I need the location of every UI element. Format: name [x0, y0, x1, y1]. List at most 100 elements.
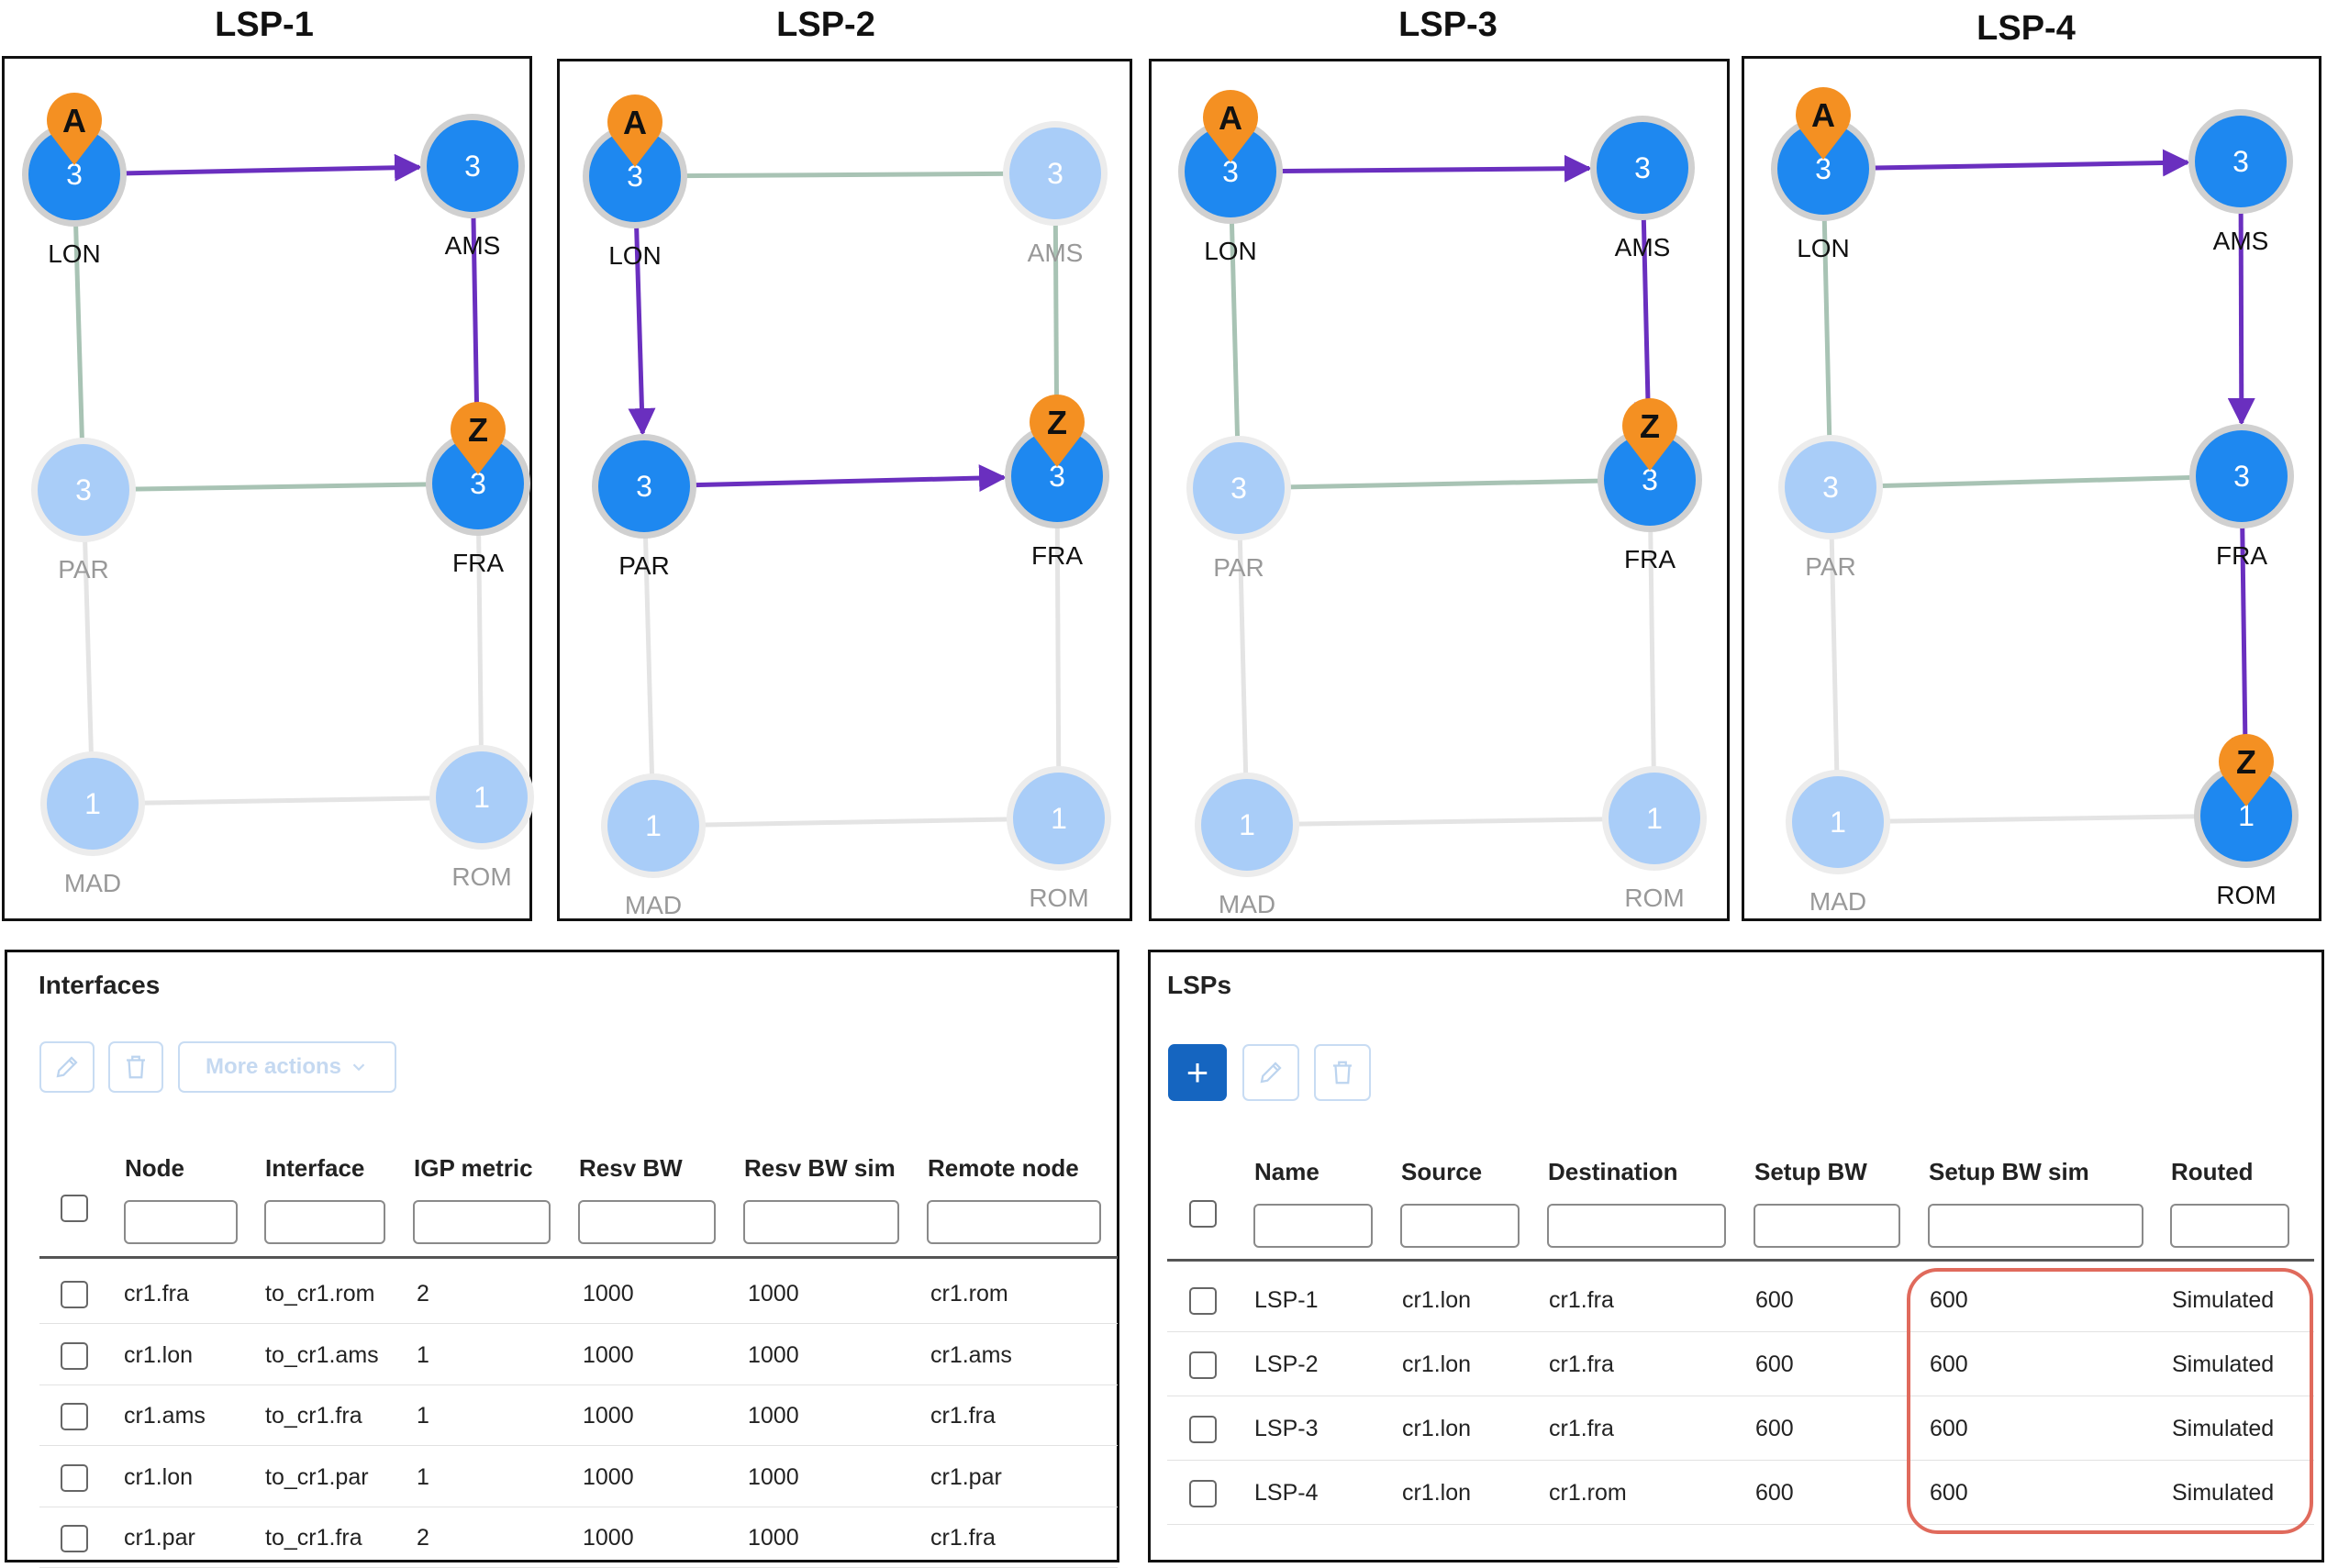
row-divider — [39, 1445, 1118, 1446]
col-head-routed[interactable]: Routed — [2171, 1158, 2254, 1186]
col-head-resv-bw-sim[interactable]: Resv BW sim — [744, 1154, 896, 1183]
filter-name-input[interactable] — [1253, 1204, 1373, 1248]
filter-destination-input[interactable] — [1547, 1204, 1726, 1248]
node-rom[interactable]: 1 ROM — [1007, 766, 1111, 912]
node-value: 3 — [2232, 145, 2249, 178]
trash-icon — [1333, 1061, 1352, 1084]
row-checkbox[interactable] — [61, 1525, 88, 1552]
col-head-destination[interactable]: Destination — [1548, 1158, 1678, 1186]
table-cell: to_cr1.par — [265, 1463, 369, 1490]
node-par[interactable]: 3 PAR — [1778, 435, 1883, 581]
node-label: ROM — [2216, 881, 2276, 909]
node-par[interactable]: 3 PAR — [31, 438, 136, 584]
link-mad-rom[interactable] — [1246, 816, 1655, 828]
node-fra[interactable]: 3 FRA — [2189, 424, 2294, 570]
table-cell: 1000 — [748, 1341, 799, 1368]
col-head-setup-bw[interactable]: Setup BW — [1754, 1158, 1867, 1186]
pencil-icon — [1260, 1062, 1282, 1084]
node-par[interactable]: 3 PAR — [592, 434, 696, 580]
chevron-down-icon — [352, 1063, 365, 1072]
link-mad-rom[interactable] — [652, 816, 1060, 828]
node-label: MAD — [1809, 887, 1866, 916]
filter-resv-bw-sim-input[interactable] — [743, 1200, 899, 1244]
filter-routed-input[interactable] — [2170, 1204, 2289, 1248]
col-head-interface[interactable]: Interface — [265, 1154, 364, 1183]
table-cell: 1000 — [748, 1463, 799, 1490]
more-actions-button[interactable]: More actions — [178, 1041, 396, 1093]
node-ams[interactable]: 3 AMS — [1590, 116, 1695, 261]
filter-resv-bw-input[interactable] — [578, 1200, 716, 1244]
col-head-remote-node[interactable]: Remote node — [928, 1154, 1079, 1183]
table-cell: 1000 — [583, 1281, 634, 1307]
filter-setup-bw-sim-input[interactable] — [1928, 1204, 2143, 1248]
row-checkbox[interactable] — [1189, 1351, 1217, 1379]
row-checkbox[interactable] — [61, 1341, 88, 1370]
filter-setup-bw-input[interactable] — [1754, 1204, 1900, 1248]
col-head-resv-bw[interactable]: Resv BW — [579, 1154, 683, 1183]
topology-graph-lsp-3[interactable]: 3 LON 3 AMS 3 PAR 3 FRA 1 MAD 1 ROM A Z — [1149, 59, 1730, 921]
node-label: ROM — [1624, 884, 1684, 912]
topology-graph-lsp-2[interactable]: 3 LON 3 AMS 3 PAR 3 FRA 1 MAD 1 ROM A Z — [557, 59, 1132, 921]
row-checkbox[interactable] — [1189, 1416, 1217, 1443]
link-lon-ams[interactable] — [634, 171, 1056, 179]
table-cell: cr1.lon — [1402, 1416, 1472, 1441]
path-arrow-lon-ams — [125, 153, 423, 182]
node-ams[interactable]: 3 AMS — [420, 114, 525, 260]
row-checkbox[interactable] — [61, 1281, 88, 1308]
node-rom[interactable]: 1 ROM — [1602, 766, 1707, 912]
node-par[interactable]: 3 PAR — [1186, 436, 1291, 582]
delete-lsp-button[interactable] — [1314, 1044, 1371, 1101]
table-cell: cr1.fra — [930, 1403, 996, 1429]
filter-remote-node-input[interactable] — [927, 1200, 1101, 1244]
node-label: FRA — [452, 549, 504, 577]
topology-canvas[interactable]: 3LON3AMS3PAR3FRA1MAD1ROMAZ — [560, 61, 1135, 924]
filter-node-input[interactable] — [124, 1200, 238, 1244]
link-mad-rom[interactable] — [92, 795, 483, 806]
path-arrow-lon-ams — [1874, 149, 2191, 177]
row-checkbox[interactable] — [1189, 1287, 1217, 1315]
col-head-name[interactable]: Name — [1254, 1158, 1319, 1186]
select-all-checkbox[interactable] — [61, 1195, 88, 1222]
link-par-fra[interactable] — [83, 481, 479, 493]
topology-canvas[interactable]: 3LON3AMS3PAR3FRA1MAD1ROMAZ — [1744, 59, 2324, 924]
node-mad[interactable]: 1 MAD — [40, 751, 145, 897]
topology-graph-lsp-4[interactable]: 3 LON 3 AMS 3 PAR 3 FRA 1 MAD 1 ROM A Z — [1742, 56, 2321, 921]
link-mad-rom[interactable] — [1837, 813, 2247, 825]
table-cell: cr1.lon — [1402, 1287, 1472, 1313]
edit-lsp-button[interactable] — [1242, 1044, 1299, 1101]
col-head-node[interactable]: Node — [125, 1154, 184, 1183]
more-actions-label: More actions — [205, 1054, 342, 1079]
topology-graph-lsp-1[interactable]: 3 LON 3 AMS 3 PAR 3 FRA 1 MAD 1 ROM A Z — [2, 56, 535, 924]
col-head-igp-metric[interactable]: IGP metric — [414, 1154, 533, 1183]
topology-canvas[interactable]: 3LON3AMS3PAR3FRA1MAD1ROMAZ — [5, 59, 535, 924]
add-lsp-button[interactable]: + — [1168, 1044, 1227, 1101]
node-mad[interactable]: 1 MAD — [1786, 770, 1890, 916]
col-head-setup-bw-sim[interactable]: Setup BW sim — [1929, 1158, 2089, 1186]
row-checkbox[interactable] — [1189, 1480, 1217, 1507]
node-rom[interactable]: 1 ROM — [429, 745, 534, 891]
filter-source-input[interactable] — [1400, 1204, 1520, 1248]
node-mad[interactable]: 1 MAD — [601, 773, 706, 919]
node-value: 3 — [2233, 460, 2250, 493]
node-mad[interactable]: 1 MAD — [1195, 773, 1299, 918]
lsps-panel: LSPs + Name Source Destination Setup BW … — [1148, 950, 2324, 1562]
topology-canvas[interactable]: 3LON3AMS3PAR3FRA1MAD1ROMAZ — [1152, 61, 1732, 924]
select-all-checkbox[interactable] — [1189, 1200, 1217, 1228]
filter-interface-input[interactable] — [264, 1200, 385, 1244]
table-cell: cr1.lon — [124, 1341, 194, 1368]
table-cell: 1000 — [748, 1403, 799, 1429]
edit-interface-button[interactable] — [39, 1041, 95, 1093]
node-ams[interactable]: 3 AMS — [1003, 121, 1108, 267]
node-ams[interactable]: 3 AMS — [2188, 109, 2293, 255]
row-checkbox[interactable] — [61, 1403, 88, 1430]
table-cell: to_cr1.fra — [265, 1403, 362, 1429]
pin-label: Z — [468, 411, 488, 449]
delete-interface-button[interactable] — [108, 1041, 163, 1093]
filter-igp-metric-input[interactable] — [413, 1200, 551, 1244]
link-par-fra[interactable] — [1238, 477, 1651, 491]
table-cell: cr1.fra — [124, 1281, 189, 1307]
col-head-source[interactable]: Source — [1401, 1158, 1482, 1186]
table-cell: LSP-2 — [1254, 1351, 1319, 1377]
row-checkbox[interactable] — [61, 1463, 88, 1492]
link-par-fra[interactable] — [1830, 473, 2243, 490]
